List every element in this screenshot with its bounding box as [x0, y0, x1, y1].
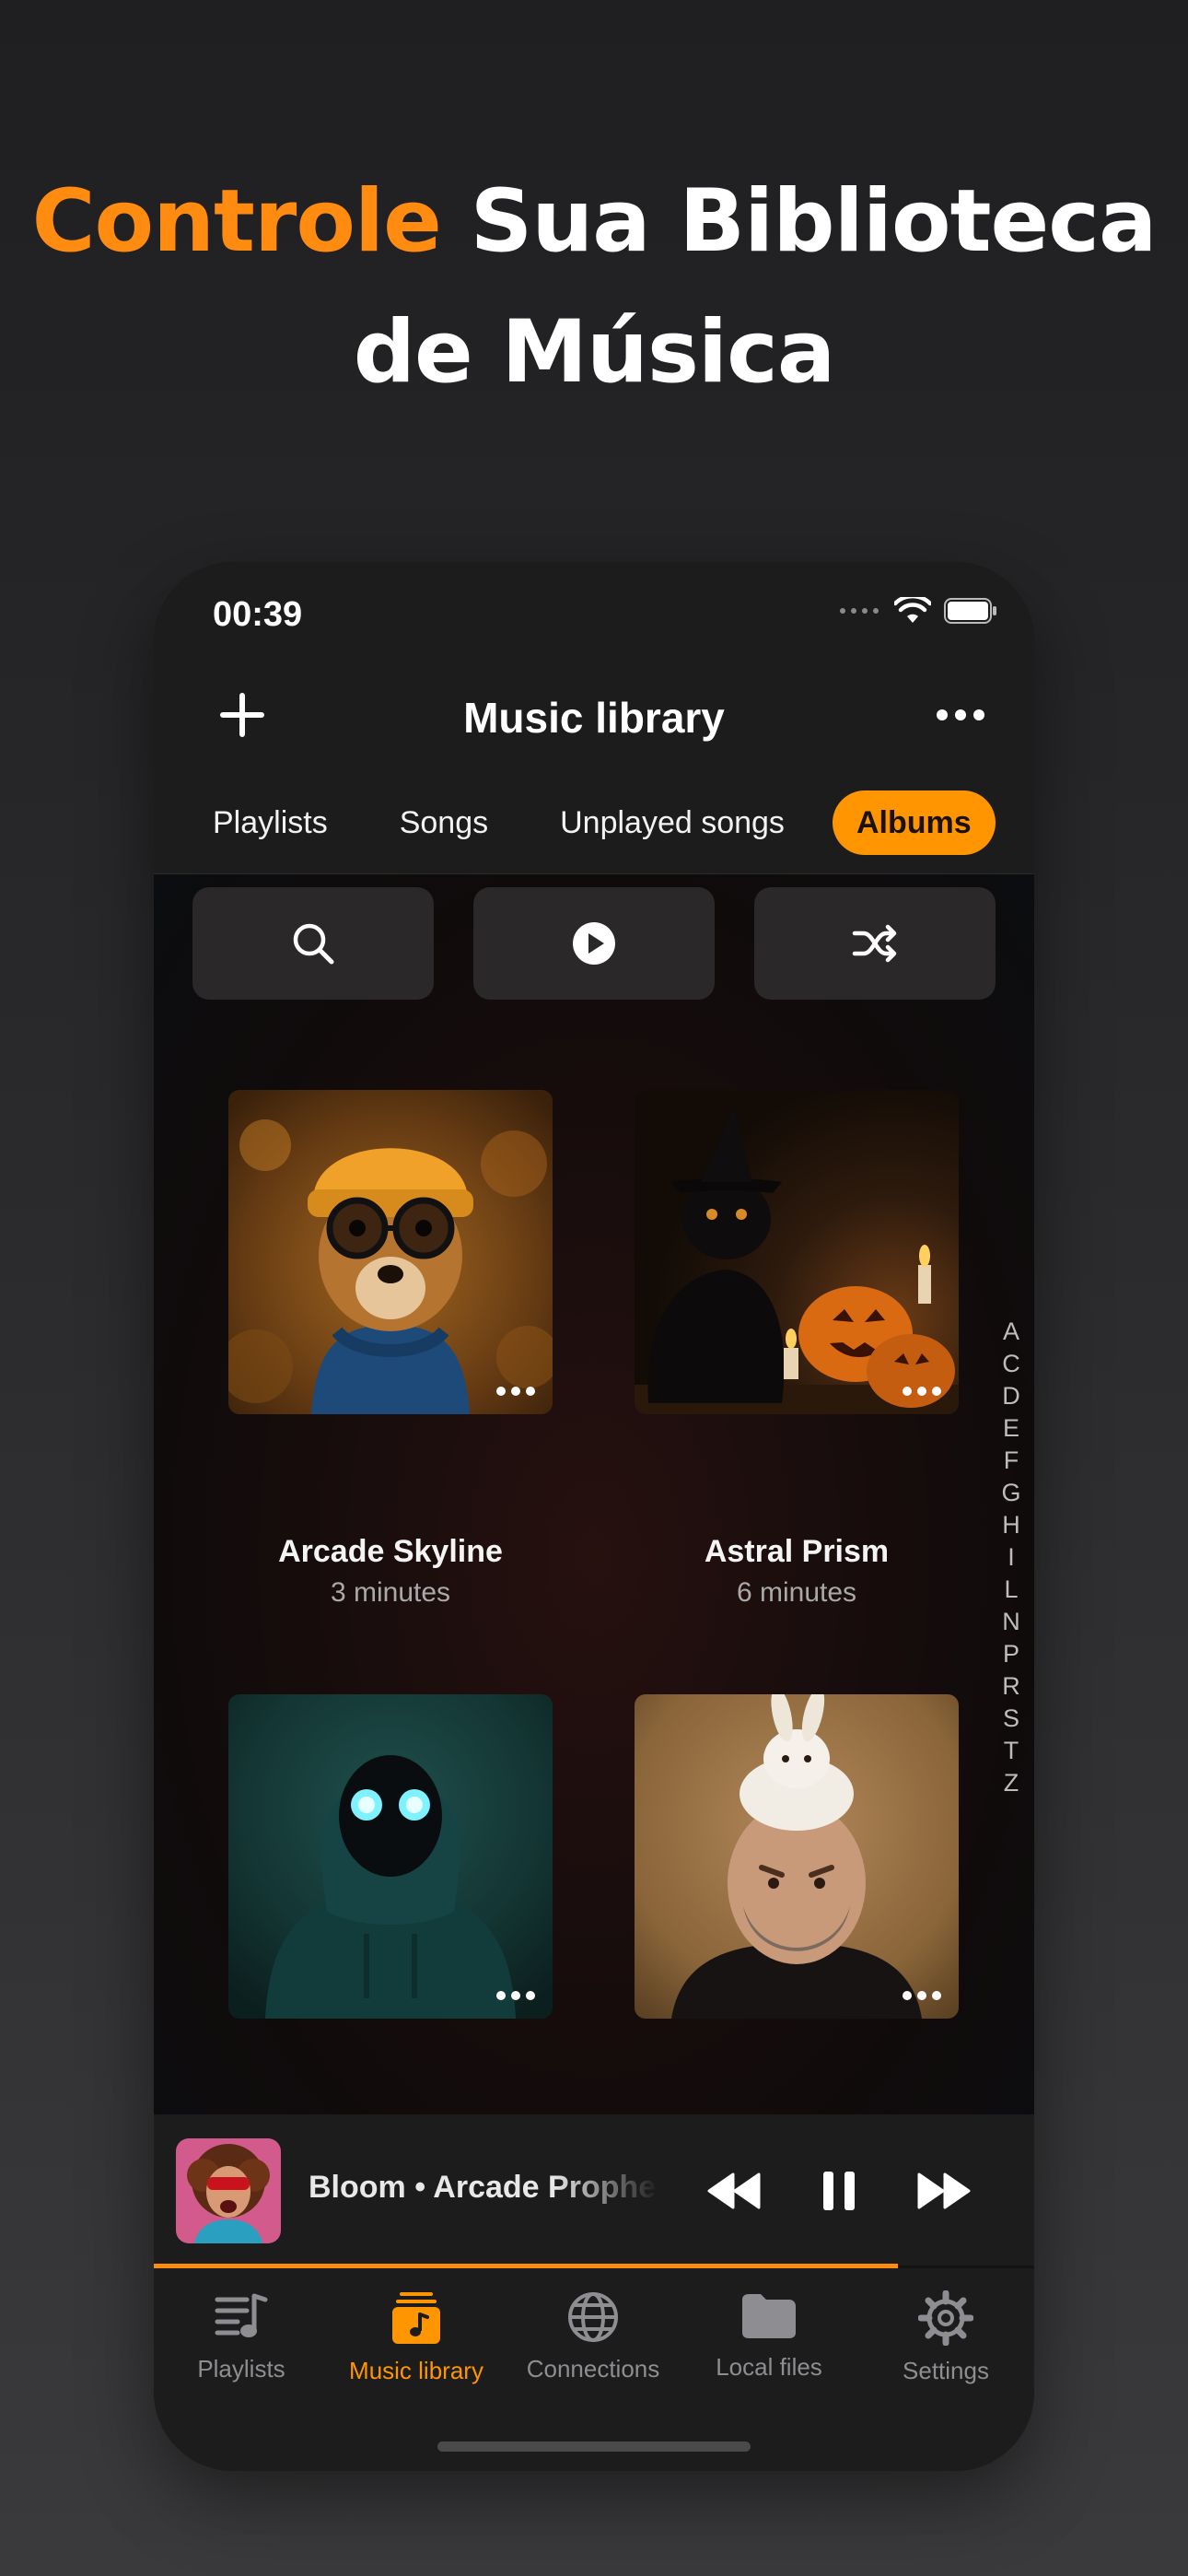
- index-letter[interactable]: R: [1002, 1670, 1020, 1703]
- now-playing-title[interactable]: Bloom • Arcade Prophets: [309, 2170, 658, 2206]
- tabbar-item-settings[interactable]: Settings: [858, 2290, 1033, 2385]
- index-letter[interactable]: F: [1004, 1445, 1019, 1477]
- album-card[interactable]: Arcade Skyline 3 minutes: [228, 1090, 553, 1609]
- status-time: 00:39: [213, 595, 303, 634]
- marketing-headline: Controle Sua Biblioteca de Música: [0, 157, 1188, 418]
- album-duration: 3 minutes: [330, 1577, 451, 1608]
- album-more-button[interactable]: [896, 1377, 948, 1405]
- tabbar-item-local-files[interactable]: Local files: [681, 2290, 856, 2382]
- tabbar-item-connections[interactable]: Connections: [506, 2290, 681, 2383]
- search-icon: [293, 923, 334, 965]
- album-more-button[interactable]: [896, 1982, 948, 2009]
- tab-unplayed-songs[interactable]: Unplayed songs: [536, 790, 809, 855]
- play-all-button[interactable]: [473, 887, 715, 1000]
- ellipsis-icon: [903, 1991, 941, 2000]
- index-letter[interactable]: C: [1002, 1348, 1020, 1380]
- album-cover[interactable]: [635, 1090, 959, 1414]
- album-more-button[interactable]: [490, 1377, 542, 1405]
- tabbar-label: Connections: [526, 2355, 660, 2383]
- index-letter[interactable]: I: [1007, 1541, 1015, 1574]
- now-playing-artwork[interactable]: [176, 2138, 281, 2243]
- tab-bar: Playlists Music library Connections Loca…: [154, 2268, 1034, 2471]
- pause-button[interactable]: [804, 2160, 874, 2221]
- tabbar-label: Settings: [903, 2357, 989, 2384]
- ellipsis-icon: [496, 1991, 535, 2000]
- headline-line2: de Música: [353, 302, 836, 403]
- tab-playlists[interactable]: Playlists: [189, 790, 352, 855]
- album-card[interactable]: [228, 1694, 553, 2019]
- globe-icon: [568, 2292, 618, 2342]
- now-playing-art: [176, 2138, 281, 2243]
- top-bar: 00:39 Music library Playlists Songs Unpl…: [154, 562, 1034, 874]
- ellipsis-icon: [937, 709, 984, 720]
- page-title: Music library: [463, 694, 725, 742]
- album-cover[interactable]: [228, 1694, 553, 2019]
- album-title: Astral Prism: [704, 1534, 890, 1569]
- battery-icon: [944, 598, 996, 624]
- mini-player[interactable]: Bloom • Arcade Prophets: [154, 2114, 1034, 2266]
- album-card[interactable]: [635, 1694, 959, 2019]
- index-letter[interactable]: P: [1003, 1638, 1019, 1670]
- album-art-cat: [635, 1090, 959, 1414]
- shuffle-button[interactable]: [754, 887, 996, 1000]
- album-cover[interactable]: [635, 1694, 959, 2019]
- tabbar-label: Local files: [716, 2353, 822, 2381]
- index-letter[interactable]: D: [1002, 1380, 1020, 1412]
- fast-forward-icon: [917, 2172, 971, 2209]
- playlists-icon: [215, 2293, 268, 2337]
- album-title: Arcade Skyline: [278, 1534, 503, 1569]
- index-letter[interactable]: H: [1002, 1509, 1020, 1541]
- album-duration: 6 minutes: [736, 1577, 857, 1608]
- tabbar-item-music-library[interactable]: Music library: [329, 2290, 504, 2385]
- signal-icon: [840, 608, 879, 614]
- headline-line1: Sua Biblioteca: [440, 171, 1158, 272]
- album-art-hooded-figure: [228, 1694, 553, 2019]
- next-button[interactable]: [909, 2160, 979, 2221]
- index-letter[interactable]: N: [1002, 1606, 1020, 1638]
- music-library-icon: [392, 2292, 440, 2344]
- ellipsis-icon: [903, 1387, 941, 1396]
- tab-albums[interactable]: Albums: [832, 790, 996, 855]
- album-card[interactable]: Astral Prism 6 minutes: [635, 1090, 959, 1609]
- headline-accent: Controle: [31, 171, 442, 272]
- index-letter[interactable]: G: [1001, 1477, 1020, 1509]
- index-letter[interactable]: S: [1003, 1703, 1019, 1735]
- phone-frame: 00:39 Music library Playlists Songs Unpl…: [154, 562, 1034, 2471]
- shuffle-icon: [852, 924, 897, 963]
- index-letter[interactable]: E: [1003, 1412, 1019, 1445]
- more-options-button[interactable]: [924, 682, 997, 748]
- status-icons: [839, 597, 997, 625]
- wifi-icon: [894, 597, 931, 623]
- tabbar-label: Music library: [349, 2357, 483, 2384]
- gear-icon: [918, 2290, 973, 2346]
- index-letter[interactable]: T: [1004, 1735, 1019, 1767]
- album-cover[interactable]: [228, 1090, 553, 1414]
- index-letter[interactable]: L: [1004, 1574, 1018, 1606]
- tabbar-label: Playlists: [197, 2355, 285, 2383]
- tabbar-item-playlists[interactable]: Playlists: [154, 2290, 329, 2383]
- play-icon: [573, 922, 615, 965]
- home-indicator: [437, 2441, 751, 2452]
- index-letter[interactable]: A: [1003, 1316, 1019, 1348]
- pause-icon: [823, 2172, 855, 2210]
- tab-songs[interactable]: Songs: [376, 790, 512, 855]
- previous-button[interactable]: [699, 2160, 769, 2221]
- alphabet-index[interactable]: A C D E F G H I L N P R S T Z: [997, 1316, 1025, 1799]
- folder-icon: [742, 2294, 796, 2338]
- album-art-man-with-rabbit: [635, 1694, 959, 2019]
- rewind-icon: [707, 2172, 761, 2209]
- albums-content: Arcade Skyline 3 minutes Astral Prism 6 …: [154, 874, 1034, 2114]
- search-button[interactable]: [192, 887, 434, 1000]
- album-art-dog: [228, 1090, 553, 1414]
- library-tabs: Playlists Songs Unplayed songs Albums: [189, 790, 996, 855]
- album-more-button[interactable]: [490, 1982, 542, 2009]
- index-letter[interactable]: Z: [1004, 1767, 1019, 1799]
- ellipsis-icon: [496, 1387, 535, 1396]
